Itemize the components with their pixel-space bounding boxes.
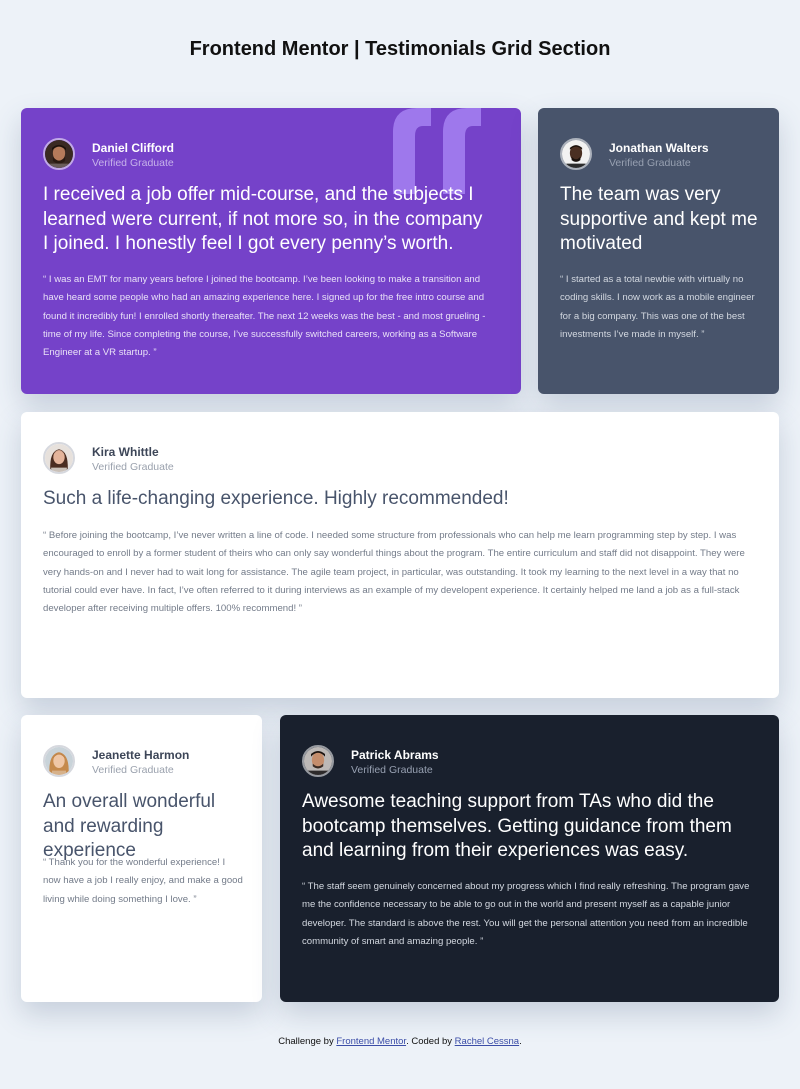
footer-middle: . Coded by <box>406 1036 455 1047</box>
testimonial-card-patrick: Patrick Abrams Verified Graduate Awesome… <box>280 715 779 1002</box>
attribution-footer: Challenge by Frontend Mentor. Coded by R… <box>0 1036 800 1047</box>
avatar <box>43 745 75 777</box>
author-role: Verified Graduate <box>609 157 691 169</box>
testimonial-body: “ I was an EMT for many years before I j… <box>43 274 486 359</box>
avatar <box>560 138 592 170</box>
author-name: Jonathan Walters <box>609 141 709 155</box>
footer-suffix: . <box>519 1036 522 1047</box>
avatar <box>302 745 334 777</box>
author-role: Verified Graduate <box>92 764 174 776</box>
testimonial-body: “ I started as a total newbie with virtu… <box>560 274 755 340</box>
footer-prefix: Challenge by <box>278 1036 337 1047</box>
author-role: Verified Graduate <box>351 764 433 776</box>
testimonial-headline: I received a job offer mid-course, and t… <box>43 184 483 254</box>
page-title: Frontend Mentor | Testimonials Grid Sect… <box>189 38 611 60</box>
testimonial-headline: Such a life-changing experience. Highly … <box>43 488 509 509</box>
author-link[interactable]: Rachel Cessna <box>455 1036 519 1047</box>
testimonial-headline: Awesome teaching support from TAs who di… <box>302 791 732 861</box>
testimonial-body: “ The staff seem genuinely concerned abo… <box>302 881 750 947</box>
avatar <box>43 442 75 474</box>
author-name: Patrick Abrams <box>351 748 439 762</box>
testimonial-body: “ Thank you for the wonderful experience… <box>43 857 243 905</box>
testimonial-card-kira: Kira Whittle Verified Graduate Such a li… <box>21 412 779 698</box>
testimonial-card-daniel: Daniel Clifford Verified Graduate I rece… <box>21 108 521 394</box>
frontend-mentor-link[interactable]: Frontend Mentor <box>336 1036 406 1047</box>
testimonial-headline: An overall wonderful and rewarding exper… <box>43 791 216 861</box>
avatar <box>43 138 75 170</box>
testimonial-body: “ Before joining the bootcamp, I’ve neve… <box>43 530 745 615</box>
author-name: Kira Whittle <box>92 445 159 459</box>
testimonial-card-jeanette: Jeanette Harmon Verified Graduate An ove… <box>21 715 262 1002</box>
author-role: Verified Graduate <box>92 461 174 473</box>
author-role: Verified Graduate <box>92 157 174 169</box>
author-name: Daniel Clifford <box>92 141 175 155</box>
testimonial-headline: The team was very supportive and kept me… <box>560 184 758 254</box>
author-name: Jeanette Harmon <box>92 748 190 762</box>
quote-mark-icon <box>393 108 481 194</box>
testimonial-card-jonathan: Jonathan Walters Verified Graduate The t… <box>538 108 779 394</box>
